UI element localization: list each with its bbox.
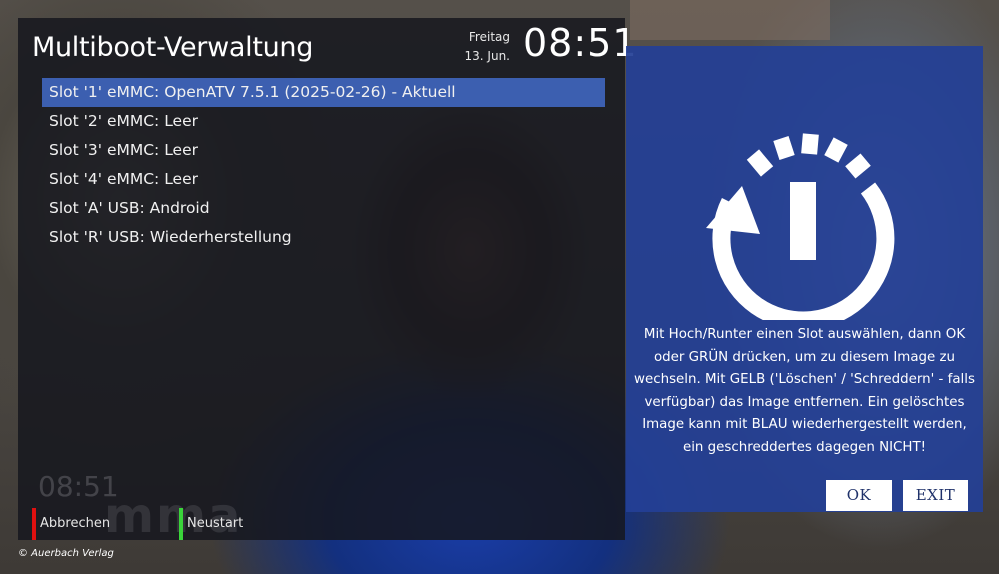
help-text: Mit Hoch/Runter einen Slot auswählen, da… bbox=[634, 327, 975, 455]
slot-list: Slot '1' eMMC: OpenATV 7.5.1 (2025-02-26… bbox=[42, 78, 605, 252]
slot-item-2[interactable]: Slot '2' eMMC: Leer bbox=[42, 107, 605, 136]
slot-item-1[interactable]: Slot '1' eMMC: OpenATV 7.5.1 (2025-02-26… bbox=[42, 78, 605, 107]
info-panel: Mit Hoch/Runter einen Slot auswählen, da… bbox=[626, 46, 983, 512]
multiboot-panel: Multiboot-Verwaltung Freitag 13. Jun. 08… bbox=[18, 18, 637, 544]
date-display: Freitag 13. Jun. bbox=[448, 28, 510, 66]
date-label: 13. Jun. bbox=[464, 49, 510, 63]
red-key-indicator bbox=[32, 508, 36, 540]
green-key-indicator bbox=[179, 508, 183, 540]
slot-item-r[interactable]: Slot 'R' USB: Wiederherstellung bbox=[42, 223, 605, 252]
power-restart-icon bbox=[706, 133, 895, 320]
slot-item-4[interactable]: Slot '4' eMMC: Leer bbox=[42, 165, 605, 194]
weekday-label: Freitag bbox=[468, 30, 510, 44]
background-video bbox=[630, 0, 830, 40]
red-key-label: Abbrechen bbox=[40, 516, 111, 531]
red-key-cancel[interactable]: Abbrechen bbox=[32, 508, 110, 540]
ok-button[interactable]: OK bbox=[826, 480, 892, 511]
page-title: Multiboot-Verwaltung bbox=[32, 32, 314, 63]
slot-item-a[interactable]: Slot 'A' USB: Android bbox=[42, 194, 605, 223]
slot-item-3[interactable]: Slot '3' eMMC: Leer bbox=[42, 136, 605, 165]
green-key-restart[interactable]: Neustart bbox=[179, 508, 243, 540]
green-key-label: Neustart bbox=[187, 516, 244, 531]
copyright-notice: © Auerbach Verlag bbox=[18, 548, 114, 559]
clock: 08:51 bbox=[523, 21, 638, 65]
exit-button[interactable]: EXIT bbox=[903, 480, 968, 511]
